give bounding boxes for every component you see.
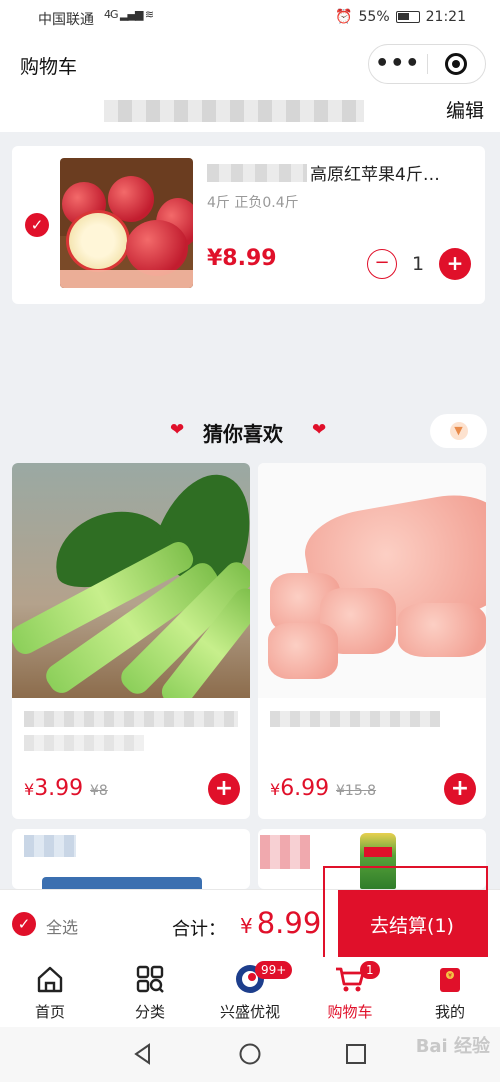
- product-name-blurred: [270, 711, 440, 727]
- recommend-title: 猜你喜欢: [203, 422, 283, 446]
- product-name[interactable]: 高原红苹果4斤…: [310, 160, 478, 185]
- collapse-button[interactable]: ▼: [430, 414, 487, 448]
- watermark-logo: Bai 经验: [415, 1036, 490, 1057]
- product-name-blurred: [24, 711, 238, 727]
- tab-label: 我的: [434, 1003, 465, 1021]
- recommend-header: ❤ 猜你喜欢 ❤ ▼: [0, 414, 500, 448]
- category-icon: [105, 963, 195, 995]
- product-price: ¥3.99: [24, 776, 83, 801]
- svg-text:¥: ¥: [448, 973, 452, 980]
- cart-icon: [305, 963, 395, 995]
- product-image[interactable]: [42, 877, 202, 889]
- annotation-highlight-box: [323, 866, 488, 968]
- cart-count-badge: 1: [360, 961, 380, 979]
- item-checkbox[interactable]: ✓: [25, 213, 49, 237]
- decrease-button[interactable]: −: [367, 249, 397, 279]
- battery-percent: 55%: [358, 9, 390, 25]
- product-image[interactable]: [12, 463, 250, 698]
- back-icon[interactable]: [132, 1043, 154, 1065]
- total-price: ¥8.99: [240, 906, 321, 940]
- status-bar: 中国联通 4G ▂▄▆ ≋ ⏰ 55% 21:21: [0, 0, 500, 36]
- more-icon[interactable]: •••: [369, 53, 427, 75]
- price-value: 6.99: [280, 776, 330, 801]
- cart-item: ✓ 高原红苹果4斤… 4斤 正负0.4斤 ¥8.99 − 1 +: [12, 146, 485, 304]
- store-row: 编辑: [0, 92, 500, 132]
- page-title: 购物车: [20, 56, 78, 78]
- tab-label: 分类: [134, 1003, 165, 1021]
- total-label: 合计：: [172, 919, 226, 940]
- total-value: 8.99: [256, 906, 322, 940]
- product-card[interactable]: [12, 829, 250, 889]
- tab-profile[interactable]: ¥ 我的: [405, 963, 495, 1022]
- home-circle-icon[interactable]: [239, 1043, 261, 1065]
- heart-icon: ❤: [312, 420, 327, 440]
- notification-badge: 99+: [255, 961, 293, 979]
- image-apple: [126, 220, 188, 276]
- carrier-label: 中国联通: [38, 12, 94, 28]
- original-price: ¥15.8: [336, 783, 377, 799]
- battery-icon: [395, 11, 420, 23]
- signal-icon: 4G ▂▄▆ ≋: [104, 8, 154, 21]
- nav-bar: 购物车 •••: [0, 36, 500, 92]
- tab-category[interactable]: 分类: [105, 963, 195, 1022]
- chevron-down-icon: ▼: [449, 422, 468, 440]
- store-name-blurred: [104, 100, 364, 122]
- product-label-blurred: [24, 835, 76, 857]
- price-value: 3.99: [34, 776, 84, 801]
- tab-label: 首页: [34, 1003, 65, 1021]
- tab-label: 兴盛优视: [219, 1003, 280, 1021]
- image-tag-blurred: [60, 270, 193, 288]
- product-image[interactable]: [258, 463, 486, 698]
- product-spec: 4斤 正负0.4斤: [207, 195, 299, 211]
- product-name-blurred: [24, 735, 144, 751]
- product-card[interactable]: ¥3.99 ¥8 +: [12, 463, 250, 819]
- image-meat: [268, 623, 338, 679]
- image-apple-cut: [66, 210, 130, 272]
- recents-icon[interactable]: [345, 1043, 367, 1065]
- miniprogram-capsule: •••: [368, 44, 486, 84]
- product-name-blurred: [207, 164, 307, 182]
- select-all-checkbox[interactable]: ✓: [12, 912, 36, 936]
- tab-home[interactable]: 首页: [5, 963, 95, 1022]
- quantity-value[interactable]: 1: [411, 253, 425, 275]
- currency-symbol: ¥: [270, 780, 281, 799]
- product-image[interactable]: [60, 158, 193, 288]
- increase-button[interactable]: +: [439, 248, 471, 280]
- product-card[interactable]: ¥6.99 ¥15.8 +: [258, 463, 486, 819]
- original-price: ¥8: [90, 783, 108, 799]
- image-meat: [398, 603, 486, 657]
- tab-cart[interactable]: 购物车: [305, 963, 395, 1022]
- product-price: ¥6.99: [270, 776, 329, 801]
- quantity-stepper: − 1 +: [367, 248, 471, 280]
- network-type: 4G: [104, 8, 118, 21]
- close-miniprogram-button[interactable]: [427, 53, 485, 75]
- add-to-cart-button[interactable]: +: [444, 773, 476, 805]
- tab-bar: 首页 分类 兴盛优视 购物车 ¥ 我的 99+ 1: [0, 957, 500, 1027]
- currency-symbol: ¥: [24, 780, 35, 799]
- bottle-label: [364, 847, 392, 857]
- select-all-label[interactable]: 全选: [46, 914, 78, 938]
- product-label-blurred: [260, 835, 310, 869]
- product-price: ¥8.99: [207, 246, 277, 271]
- tab-label: 购物车: [327, 1003, 373, 1021]
- heart-icon: ❤: [170, 420, 185, 440]
- currency-symbol: ¥: [240, 914, 253, 938]
- alarm-icon: ⏰: [335, 9, 353, 25]
- target-icon: [445, 53, 468, 75]
- profile-icon: ¥: [405, 963, 495, 995]
- add-to-cart-button[interactable]: +: [208, 773, 240, 805]
- clock: 21:21: [425, 9, 466, 25]
- edit-button[interactable]: 编辑: [446, 96, 484, 123]
- home-icon: [5, 963, 95, 995]
